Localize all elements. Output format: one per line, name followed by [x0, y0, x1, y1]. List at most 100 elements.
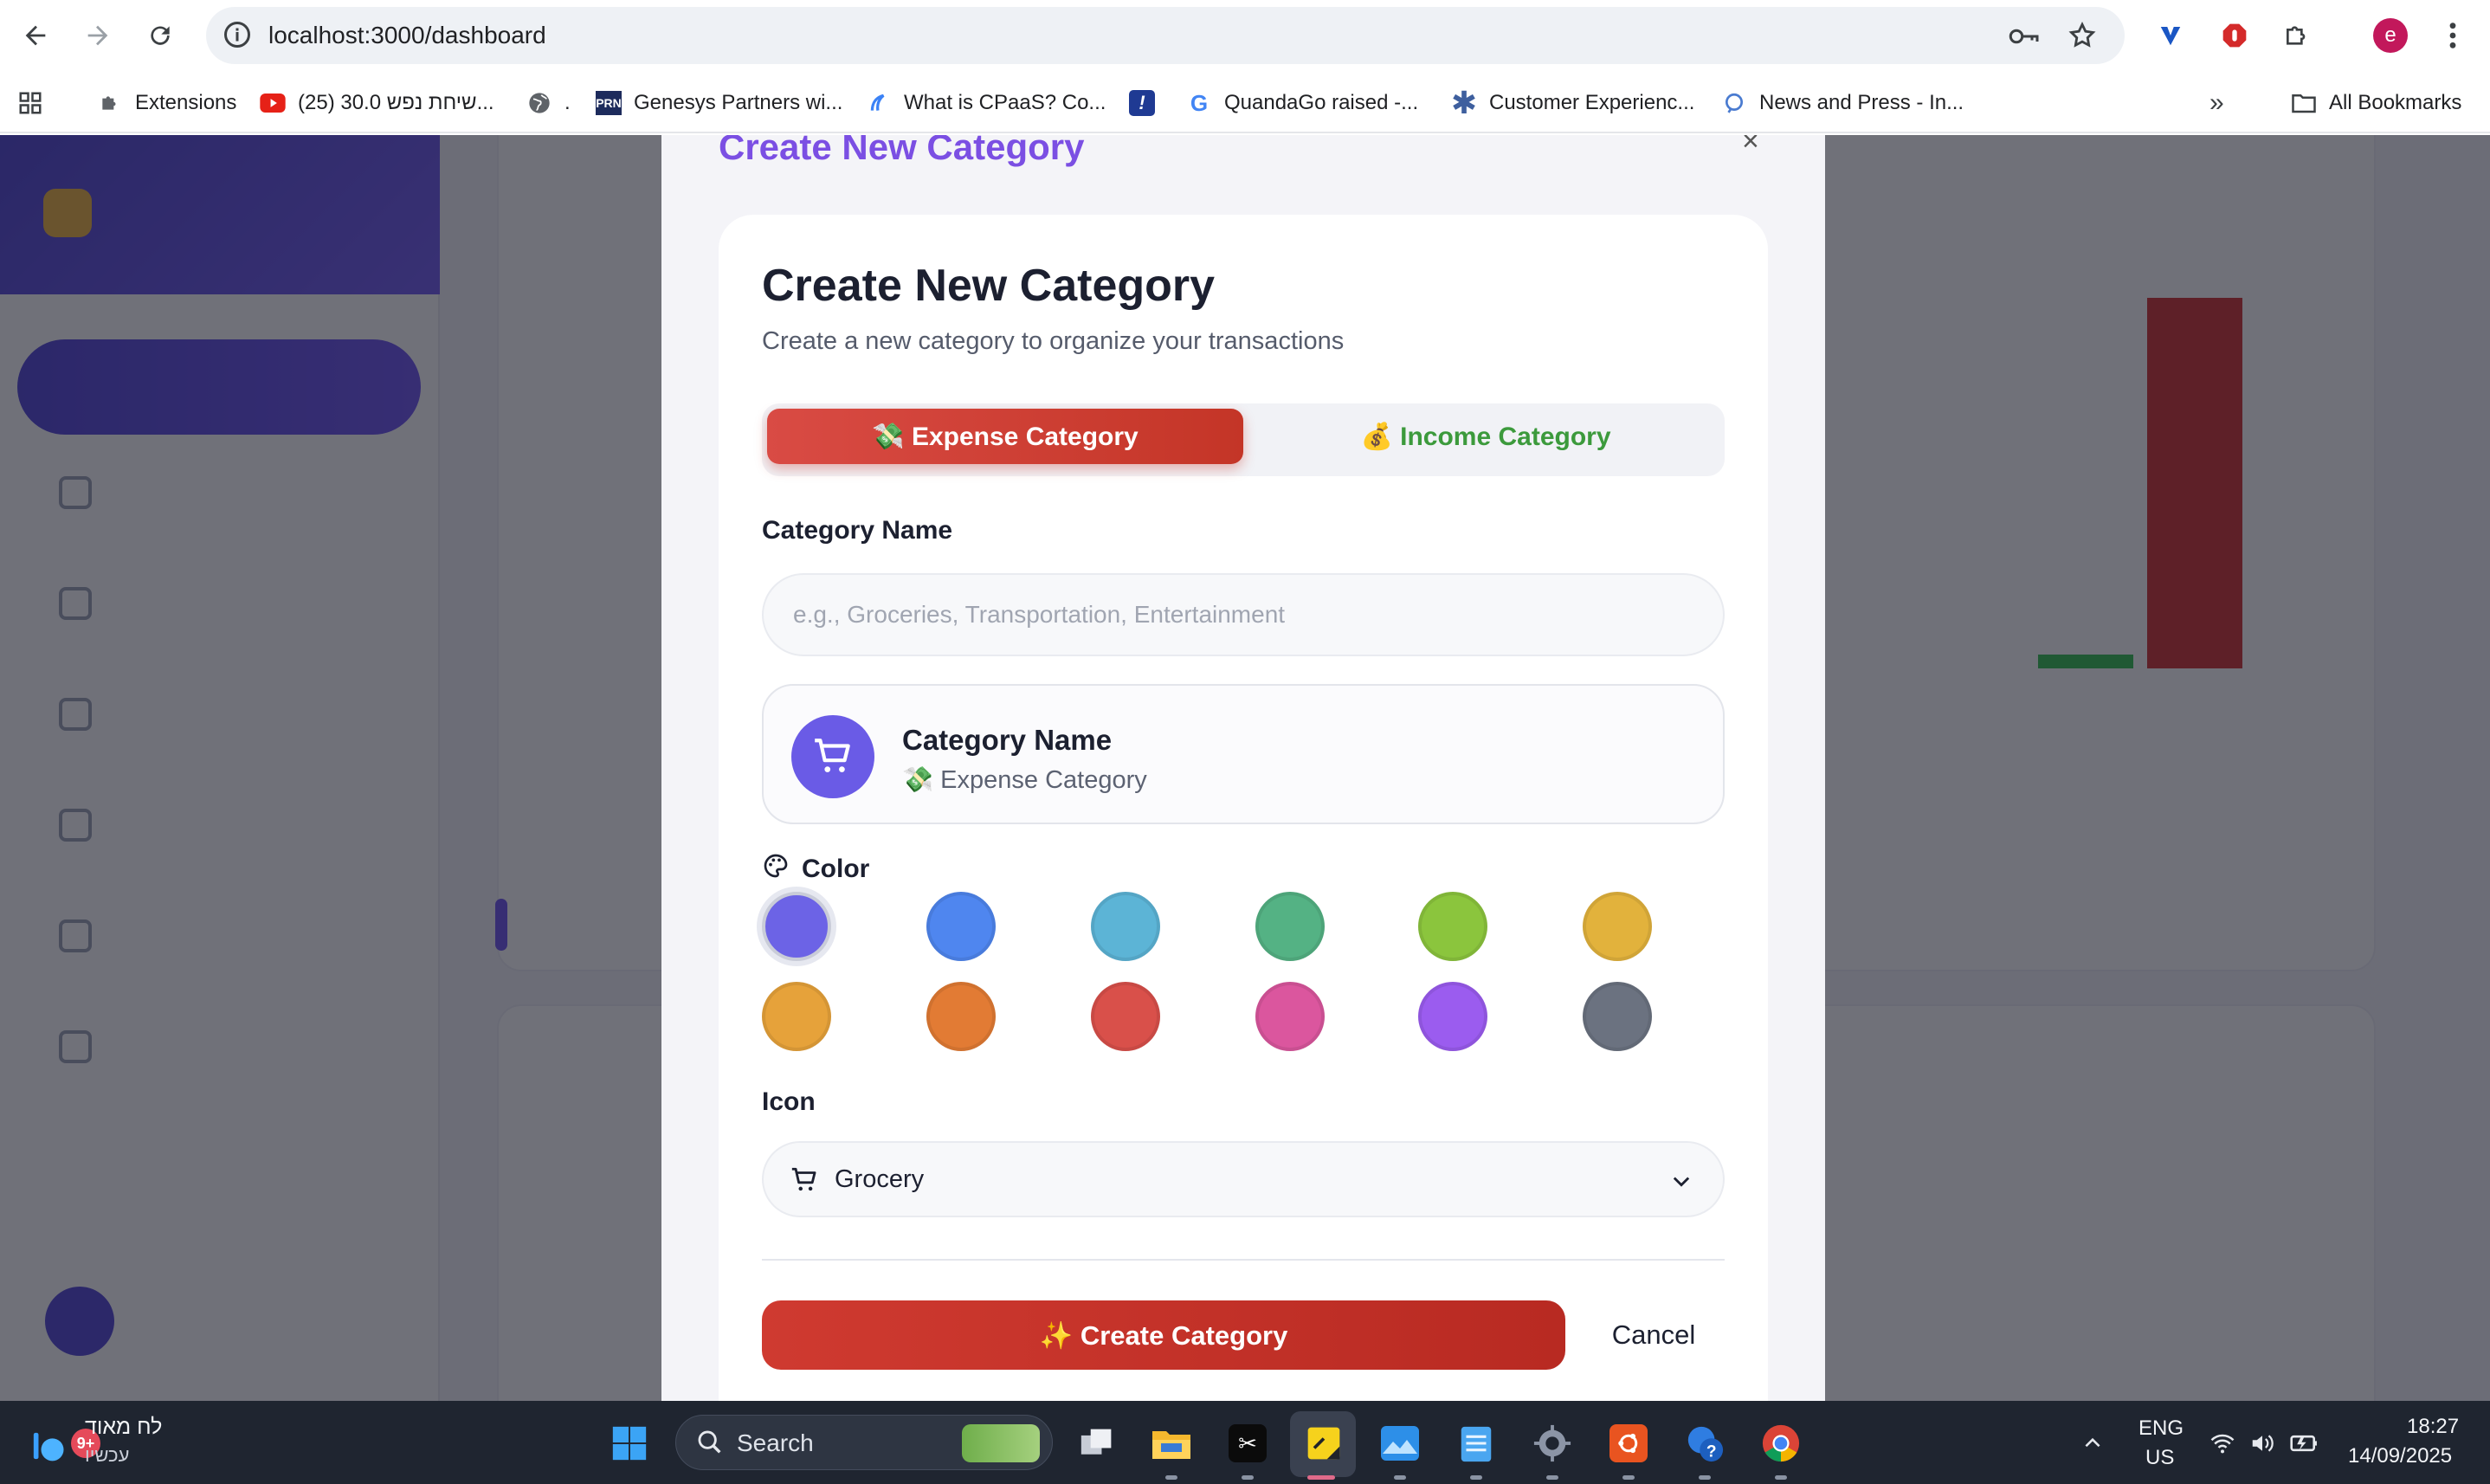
asterisk-icon: ✱: [1450, 85, 1478, 120]
bookmarks-bar: Extensions (25) שיחת נפש 30.0... . PRN G…: [0, 71, 2490, 133]
color-swatch[interactable]: [1255, 982, 1325, 1051]
expense-category-tab[interactable]: 💸 Expense Category: [767, 409, 1243, 464]
chrome-icon[interactable]: [1758, 1420, 1804, 1467]
bookmark-youtube[interactable]: (25) שיחת נפש 30.0...: [260, 88, 494, 118]
help-icon[interactable]: ?: [1681, 1420, 1728, 1467]
taskbar: 9+ לח מאוד עכשיו Search ✂ ? ENG US 18:27…: [0, 1401, 2490, 1484]
color-swatch[interactable]: [1091, 892, 1160, 961]
color-swatch[interactable]: [1418, 982, 1487, 1051]
color-swatch[interactable]: [762, 982, 831, 1051]
notepad-icon[interactable]: [1453, 1420, 1500, 1467]
color-swatch[interactable]: [762, 892, 831, 961]
preview-name: Category Name: [902, 724, 1113, 756]
google-icon: G: [1190, 89, 1209, 116]
extension-v-icon[interactable]: [2152, 17, 2189, 54]
color-swatch[interactable]: [926, 892, 996, 961]
weather-text: לח מאוד: [85, 1415, 163, 1439]
bookmark-extensions[interactable]: Extensions: [97, 88, 236, 118]
running-indicator: [1622, 1475, 1635, 1480]
ubuntu-icon[interactable]: [1605, 1420, 1652, 1467]
bookmark-quandago[interactable]: G QuandaGo raised -...: [1186, 88, 1418, 118]
file-explorer-icon[interactable]: [1148, 1420, 1195, 1467]
color-swatch[interactable]: [1255, 892, 1325, 961]
windows-start-icon[interactable]: [606, 1420, 653, 1467]
running-indicator: [1242, 1475, 1254, 1480]
language-bottom[interactable]: US: [2145, 1446, 2174, 1470]
forward-button[interactable]: [80, 17, 116, 54]
bookmark-cpaas[interactable]: What is CPaaS? Co...: [866, 88, 1106, 118]
volume-icon[interactable]: [2239, 1420, 2286, 1467]
photos-icon[interactable]: [1377, 1420, 1423, 1467]
close-button[interactable]: ×: [1742, 135, 1759, 158]
icon-select-value: Grocery: [835, 1165, 925, 1193]
task-view-icon[interactable]: [1074, 1420, 1120, 1467]
color-swatch[interactable]: [926, 982, 996, 1051]
category-type-toggle: 💸 Expense Category 💰 Income Category: [762, 403, 1725, 476]
taskbar-search[interactable]: Search: [675, 1415, 1053, 1470]
password-key-icon[interactable]: [2009, 24, 2040, 53]
create-category-button[interactable]: ✨ Create Category: [762, 1300, 1565, 1370]
color-swatch[interactable]: [1091, 982, 1160, 1051]
apps-grid-icon[interactable]: [17, 88, 43, 118]
settings-gear-icon[interactable]: [1529, 1420, 1576, 1467]
url-text[interactable]: localhost:3000/dashboard: [268, 22, 546, 49]
browser-menu-icon[interactable]: [2435, 17, 2471, 54]
search-highlight-image: [962, 1424, 1040, 1462]
form-title: Create New Category: [762, 261, 1216, 311]
create-category-form: Create New Category Create a new categor…: [719, 215, 1768, 1401]
exclamation-icon: !: [1129, 90, 1155, 116]
chevron-up-icon[interactable]: [2069, 1420, 2116, 1467]
category-name-input[interactable]: [762, 573, 1725, 656]
bookmark-genesys[interactable]: PRN Genesys Partners wi...: [596, 88, 842, 118]
address-bar[interactable]: localhost:3000/dashboard: [206, 7, 2125, 64]
running-indicator: [1394, 1475, 1406, 1480]
income-category-tab[interactable]: 💰 Income Category: [1252, 409, 1719, 464]
clock-date[interactable]: 14/09/2025: [2348, 1444, 2452, 1468]
bookmark-globe[interactable]: .: [526, 88, 571, 118]
weather-subtext: עכשיו: [85, 1444, 130, 1466]
bookmark-exclamation[interactable]: !: [1129, 88, 1167, 118]
profile-avatar[interactable]: e: [2372, 17, 2409, 54]
bookmark-news[interactable]: News and Press - In...: [1721, 88, 1964, 118]
running-indicator-active: [1307, 1475, 1335, 1480]
battery-icon[interactable]: [2280, 1420, 2327, 1467]
prn-icon: PRN: [596, 90, 622, 116]
dialog-header-title: Create New Category: [719, 135, 1085, 167]
cancel-button[interactable]: Cancel: [1583, 1300, 1725, 1370]
color-swatch[interactable]: [1583, 982, 1652, 1051]
preview-type: 💸 Expense Category: [902, 766, 1147, 794]
weather-widget[interactable]: 9+: [24, 1416, 100, 1468]
browser-toolbar: localhost:3000/dashboard e: [0, 0, 2490, 71]
all-bookmarks-folder[interactable]: All Bookmarks: [2291, 88, 2461, 118]
youtube-icon: [260, 90, 286, 116]
chat-bubble-icon: [1721, 90, 1747, 116]
extensions-puzzle-icon[interactable]: [2279, 17, 2315, 54]
back-button[interactable]: [17, 17, 54, 54]
globe-icon: [526, 90, 552, 116]
running-indicator: [1470, 1475, 1482, 1480]
search-label: Search: [737, 1429, 814, 1456]
more-bookmarks-chevron-icon[interactable]: »: [2209, 88, 2224, 118]
shopping-cart-icon: [791, 715, 874, 798]
capcut-icon[interactable]: ✂: [1224, 1420, 1271, 1467]
reload-button[interactable]: [142, 17, 178, 54]
color-swatch[interactable]: [1418, 892, 1487, 961]
running-indicator: [1699, 1475, 1711, 1480]
form-divider: [762, 1259, 1725, 1261]
running-indicator: [1775, 1475, 1787, 1480]
color-label: Color: [802, 855, 870, 883]
site-info-icon[interactable]: [222, 19, 253, 55]
color-swatch[interactable]: [1583, 892, 1652, 961]
form-subtitle: Create a new category to organize your t…: [762, 327, 1345, 355]
icon-select[interactable]: Grocery: [762, 1141, 1725, 1217]
sticky-notes-icon[interactable]: [1300, 1420, 1347, 1467]
clock-time[interactable]: 18:27: [2407, 1415, 2459, 1439]
bookmark-star-icon[interactable]: [2067, 21, 2097, 55]
category-name-label: Category Name: [762, 516, 953, 545]
extension-shield-icon[interactable]: [2216, 17, 2253, 54]
puzzle-icon: [97, 90, 123, 116]
running-indicator: [1546, 1475, 1558, 1480]
bookmark-customer-experience[interactable]: ✱ Customer Experienc...: [1450, 85, 1695, 120]
language-top[interactable]: ENG: [2138, 1416, 2184, 1441]
icon-label: Icon: [762, 1087, 816, 1116]
